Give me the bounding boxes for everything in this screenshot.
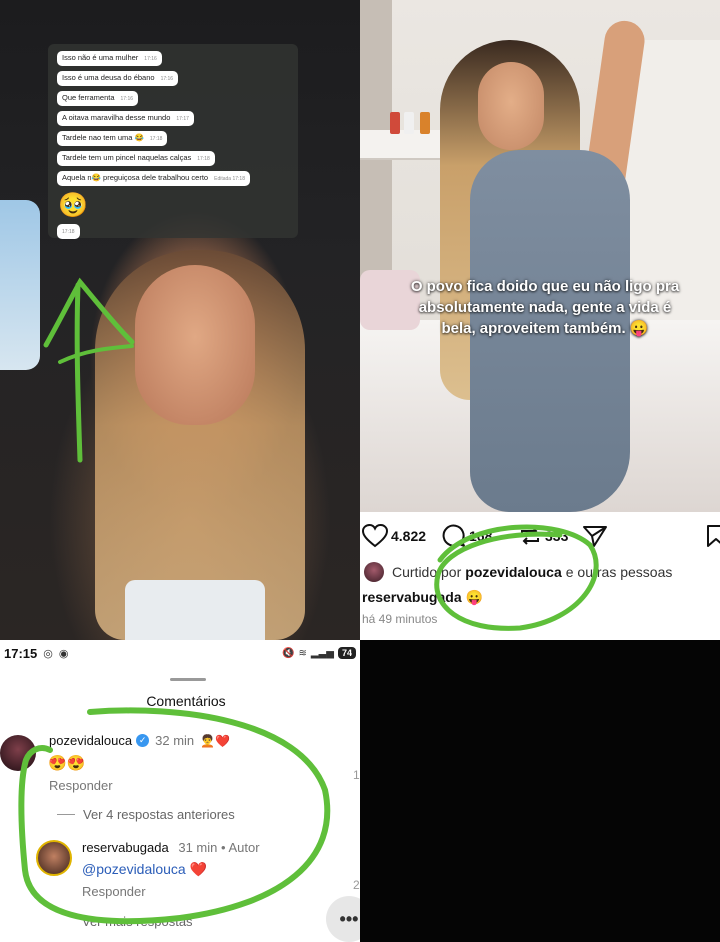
photo-bottle — [390, 112, 400, 134]
reply-button[interactable]: Responder — [49, 778, 113, 793]
green-arrow-annotation — [43, 277, 135, 463]
sheet-drag-handle[interactable] — [170, 678, 206, 681]
status-time: 17:15 — [4, 645, 38, 661]
photo-bottle — [420, 112, 430, 134]
send-icon — [583, 526, 607, 547]
comment-text: 😍😍 — [48, 755, 86, 772]
view-more-replies[interactable]: Ver 4 respostas anteriores — [57, 807, 235, 822]
reply-button[interactable]: Responder — [82, 884, 146, 899]
post-overlay-text: O povo fica doido que eu não ligo pra ab… — [410, 278, 680, 337]
comment-time: 31 min — [178, 840, 218, 855]
ellipsis-icon: ••• — [339, 908, 359, 929]
repost-count: 333 — [545, 528, 569, 544]
liker-avatar — [364, 562, 384, 582]
sheet-title: Comentários — [146, 693, 226, 709]
like-count: 2 — [353, 878, 360, 892]
comment-icon — [442, 524, 465, 547]
post-caption: reservabugada 😛 — [362, 589, 483, 606]
mute-icon: 🔇 — [282, 647, 295, 659]
caption-text: 😛 — [465, 589, 483, 605]
comment-button[interactable]: 168 — [442, 524, 492, 548]
liked-by-suffix: e outras pessoas — [565, 564, 673, 580]
black-panel — [360, 640, 720, 942]
view-more-replies[interactable]: Ver mais respostas — [82, 914, 193, 929]
liked-by-author-icon: 🧑‍🦱❤️ — [200, 733, 231, 748]
liked-by-prefix: Curtido por — [392, 564, 462, 580]
photo-bottle — [404, 112, 414, 134]
liked-by[interactable]: Curtido por pozevidalouca e outras pesso… — [364, 562, 672, 582]
avatar[interactable] — [0, 735, 36, 771]
mention-link[interactable]: @pozevidalouca — [82, 861, 186, 877]
comment-header: pozevidalouca ✓ 32 min 🧑‍🦱❤️ — [49, 733, 230, 748]
status-icons: 🔇 ≋ ▂▃▅ 74 — [282, 647, 356, 659]
avatar[interactable] — [36, 840, 72, 876]
post-photo[interactable]: O povo fica doido que eu não ligo pra ab… — [360, 0, 720, 512]
like-button[interactable]: 4.822 — [362, 524, 426, 548]
repost-icon — [521, 527, 539, 545]
heart-icon — [362, 524, 388, 548]
comment-count: 168 — [469, 528, 493, 544]
selfie-panel: Isso não é uma mulher 17:16 Isso é uma de… — [0, 0, 360, 640]
like-count: 1 — [353, 768, 360, 782]
save-button[interactable] — [706, 524, 720, 548]
signal-icon: ▂▃▅ — [310, 647, 334, 659]
post-footer: 4.822 168 333 Curtido por pozevidalouca … — [360, 512, 720, 640]
comment-header: reservabugada 31 min • Autor — [82, 840, 260, 855]
caption-username[interactable]: reservabugada — [362, 589, 462, 605]
view-more-replies-label: Ver 4 respostas anteriores — [83, 807, 235, 822]
more-options-button[interactable]: ••• — [326, 896, 360, 942]
comment-username[interactable]: pozevidalouca — [49, 733, 132, 748]
repost-button[interactable]: 333 — [518, 524, 568, 548]
author-badge: Autor — [228, 840, 260, 855]
divider — [57, 814, 75, 815]
chrome-icon: ◉ — [58, 647, 69, 660]
wifi-icon: ≋ — [298, 647, 307, 659]
comment-time: 32 min — [155, 733, 195, 748]
bookmark-icon — [707, 525, 720, 547]
instagram-icon: ◎ — [43, 647, 53, 660]
post-actions: 4.822 168 333 — [360, 520, 720, 550]
liked-by-user[interactable]: pozevidalouca — [465, 564, 561, 580]
battery-icon: 74 — [337, 647, 356, 659]
status-bar: 17:15 ◎ ◉ 🔇 ≋ ▂▃▅ 74 — [0, 640, 360, 666]
comments-panel: 17:15 ◎ ◉ 🔇 ≋ ▂▃▅ 74 Comentários pozevid… — [0, 640, 360, 942]
post-time: há 49 minutos — [362, 612, 438, 626]
like-count: 4.822 — [391, 528, 427, 544]
comment-text: @pozevidalouca ❤️ — [82, 861, 207, 878]
heart-emoji: ❤️ — [189, 861, 208, 877]
verified-icon: ✓ — [136, 734, 150, 747]
comment-username[interactable]: reservabugada — [82, 840, 169, 855]
share-button[interactable] — [582, 524, 608, 548]
photo-shelf — [360, 130, 440, 160]
photo-face — [478, 62, 544, 150]
